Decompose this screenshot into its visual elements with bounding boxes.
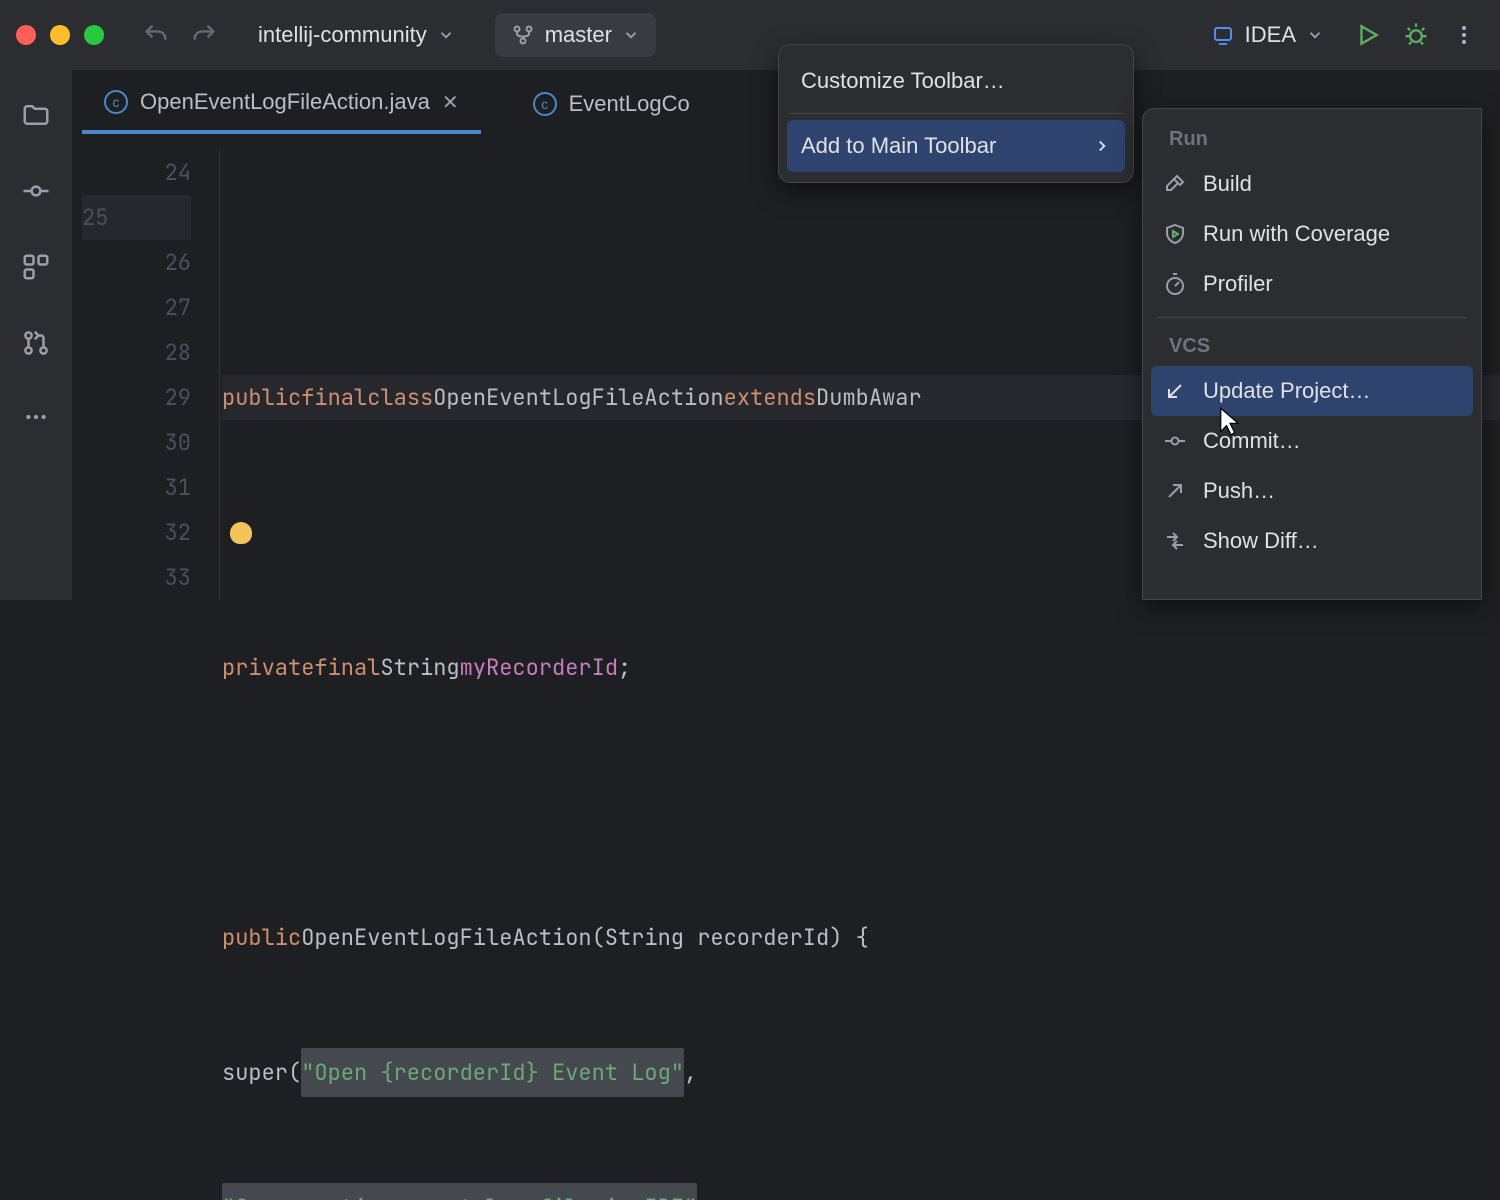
profiler-item[interactable]: Profiler bbox=[1143, 259, 1481, 309]
main-toolbar: intellij-community master IDEA bbox=[0, 0, 1500, 70]
line-number: 27 bbox=[82, 285, 191, 330]
debug-button[interactable] bbox=[1396, 15, 1436, 55]
menu-item-label: Build bbox=[1203, 171, 1252, 197]
menu-item-label: Show Diff… bbox=[1203, 528, 1319, 554]
line-number: 33 bbox=[82, 555, 191, 600]
update-arrow-icon bbox=[1163, 379, 1187, 403]
zoom-window-icon[interactable] bbox=[84, 25, 104, 45]
context-menu: Customize Toolbar… Add to Main Toolbar bbox=[778, 44, 1134, 183]
menu-item-label: Add to Main Toolbar bbox=[801, 133, 996, 159]
line-number: 31 bbox=[82, 465, 191, 510]
update-project-item[interactable]: Update Project… bbox=[1151, 366, 1473, 416]
run-button[interactable] bbox=[1348, 15, 1388, 55]
tab-filename: EventLogCo bbox=[569, 91, 690, 117]
run-config-icon bbox=[1211, 23, 1235, 47]
close-window-icon[interactable] bbox=[16, 25, 36, 45]
more-button[interactable] bbox=[1444, 15, 1484, 55]
branch-name: master bbox=[545, 22, 612, 48]
branch-selector[interactable]: master bbox=[495, 13, 656, 57]
build-item[interactable]: Build bbox=[1143, 159, 1481, 209]
tab-filename: OpenEventLogFileAction.java bbox=[140, 89, 430, 115]
chevron-down-icon bbox=[437, 26, 455, 44]
structure-tool-icon[interactable] bbox=[21, 252, 51, 288]
menu-separator bbox=[789, 113, 1123, 114]
add-to-main-toolbar-item[interactable]: Add to Main Toolbar bbox=[787, 120, 1125, 172]
stopwatch-icon bbox=[1163, 272, 1187, 296]
java-file-icon: c bbox=[533, 92, 557, 116]
project-selector[interactable]: intellij-community bbox=[242, 13, 471, 57]
chevron-down-icon bbox=[1306, 26, 1324, 44]
show-diff-item[interactable]: Show Diff… bbox=[1143, 516, 1481, 566]
tool-window-bar bbox=[0, 70, 72, 600]
project-name: intellij-community bbox=[258, 22, 427, 48]
menu-section-header: VCS bbox=[1143, 326, 1481, 366]
chevron-right-icon bbox=[1093, 137, 1111, 155]
line-number: 29 bbox=[82, 375, 191, 420]
editor-tabs: c OpenEventLogFileAction.java ✕ c EventL… bbox=[82, 74, 712, 134]
more-tools-icon[interactable] bbox=[23, 404, 49, 436]
menu-separator bbox=[1157, 317, 1467, 318]
close-tab-icon[interactable]: ✕ bbox=[442, 90, 459, 115]
menu-section-header: Run bbox=[1143, 119, 1481, 159]
minimize-window-icon[interactable] bbox=[50, 25, 70, 45]
menu-item-label: Profiler bbox=[1203, 271, 1273, 297]
menu-item-label: Customize Toolbar… bbox=[801, 68, 1005, 94]
run-with-coverage-item[interactable]: Run with Coverage bbox=[1143, 209, 1481, 259]
editor-tab-active[interactable]: c OpenEventLogFileAction.java ✕ bbox=[82, 74, 481, 134]
menu-item-label: Push… bbox=[1203, 478, 1275, 504]
intention-bulb-icon[interactable] bbox=[230, 522, 252, 544]
commit-icon bbox=[1163, 429, 1187, 453]
chevron-down-icon bbox=[622, 26, 640, 44]
undo-icon[interactable] bbox=[136, 15, 176, 55]
gutter: 24 25 26 27 28 29 30 31 32 33 bbox=[82, 150, 220, 600]
push-arrow-icon bbox=[1163, 479, 1187, 503]
mouse-cursor-icon bbox=[1218, 406, 1242, 436]
line-number: 25 bbox=[82, 195, 191, 240]
project-tool-icon[interactable] bbox=[21, 100, 51, 136]
run-config-selector[interactable]: IDEA bbox=[1195, 13, 1340, 57]
java-file-icon: c bbox=[104, 90, 128, 114]
push-item[interactable]: Push… bbox=[1143, 466, 1481, 516]
diff-arrows-icon bbox=[1163, 529, 1187, 553]
line-number: 32 bbox=[82, 510, 191, 555]
commit-tool-icon[interactable] bbox=[21, 176, 51, 212]
add-to-toolbar-submenu: Run Build Run with Coverage Profiler VCS… bbox=[1142, 108, 1482, 600]
menu-item-label: Run with Coverage bbox=[1203, 221, 1390, 247]
editor-tab[interactable]: c EventLogCo bbox=[511, 74, 712, 134]
run-config-name: IDEA bbox=[1245, 22, 1296, 48]
line-number: 24 bbox=[82, 150, 191, 195]
line-number: 30 bbox=[82, 420, 191, 465]
branch-icon bbox=[511, 23, 535, 47]
hammer-icon bbox=[1163, 172, 1187, 196]
line-number: 28 bbox=[82, 330, 191, 375]
customize-toolbar-item[interactable]: Customize Toolbar… bbox=[779, 55, 1133, 107]
shield-play-icon bbox=[1163, 222, 1187, 246]
window-controls bbox=[16, 25, 104, 45]
menu-item-label: Update Project… bbox=[1203, 378, 1371, 404]
pull-requests-tool-icon[interactable] bbox=[21, 328, 51, 364]
redo-icon[interactable] bbox=[184, 15, 224, 55]
commit-item[interactable]: Commit… bbox=[1143, 416, 1481, 466]
line-number: 26 bbox=[82, 240, 191, 285]
